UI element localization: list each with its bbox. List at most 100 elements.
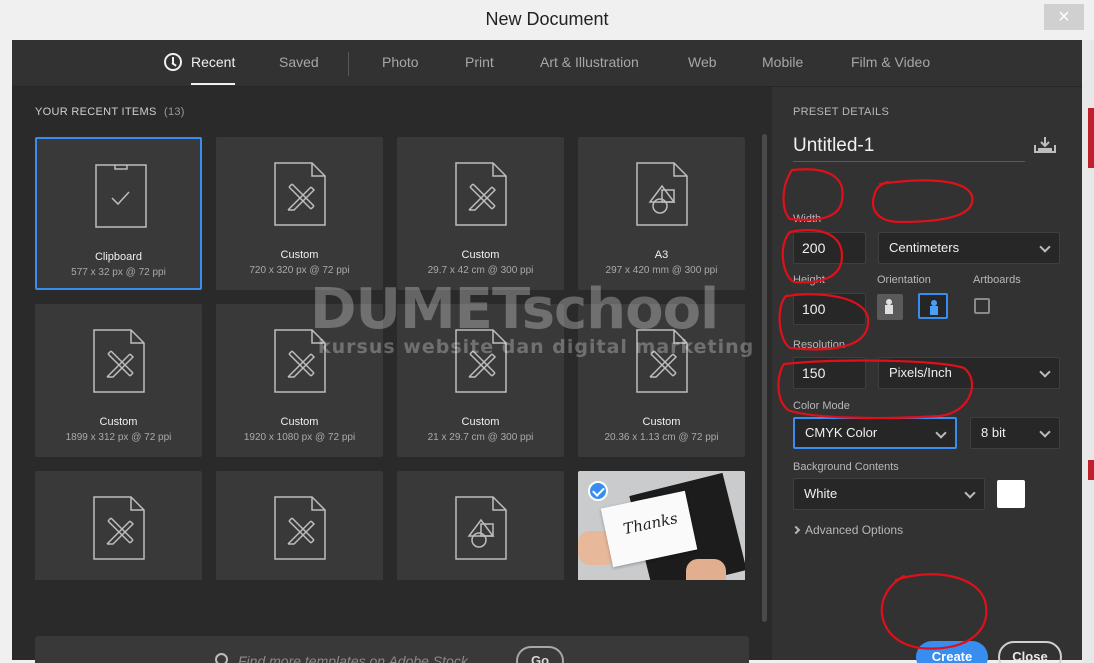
recent-item-size: 20.36 x 1.13 cm @ 72 ppi — [604, 432, 719, 443]
color-mode-value: CMYK Color — [805, 425, 878, 440]
tab-print[interactable]: Print — [465, 54, 494, 70]
recent-item-name: Custom — [642, 416, 681, 428]
go-button[interactable]: Go — [516, 646, 564, 663]
background-window-element — [1088, 460, 1094, 480]
custom-doc-icon — [636, 329, 688, 393]
window-close-button[interactable]: × — [1044, 4, 1084, 30]
color-mode-dropdown[interactable]: CMYK Color — [793, 417, 957, 449]
recent-items-heading: YOUR RECENT ITEMS (13) — [35, 106, 185, 118]
hand-image — [686, 559, 726, 580]
recent-item-card[interactable]: Custom 1920 x 1080 px @ 72 ppi — [216, 304, 383, 457]
chevron-down-icon — [1039, 366, 1051, 378]
clock-icon — [164, 53, 182, 71]
orientation-label: Orientation — [877, 274, 931, 286]
preset-details-panel: PRESET DETAILS Untitled-1 Width 200 Cent… — [774, 87, 1082, 663]
recent-item-size: 29.7 x 42 cm @ 300 ppi — [427, 265, 534, 276]
window-title: New Document — [485, 9, 609, 29]
chevron-down-icon — [1039, 426, 1051, 438]
new-document-dialog: Recent Saved Photo Print Art & Illustrat… — [12, 40, 1082, 663]
advanced-options-toggle[interactable]: Advanced Options — [791, 523, 903, 537]
background-contents-dropdown[interactable]: White — [793, 478, 985, 510]
tab-photo[interactable]: Photo — [382, 54, 419, 70]
shapes-doc-icon — [455, 496, 507, 560]
chevron-down-icon — [964, 487, 976, 499]
recent-item-card[interactable]: Custom 21 x 29.7 cm @ 300 ppi — [397, 304, 564, 457]
recent-item-size: 577 x 32 px @ 72 ppi — [71, 267, 166, 278]
resolution-units-dropdown[interactable]: Pixels/Inch — [878, 357, 1060, 389]
resolution-label: Resolution — [793, 339, 845, 351]
recent-item-card[interactable]: A3 297 x 420 mm @ 300 ppi — [578, 137, 745, 290]
custom-doc-icon — [274, 329, 326, 393]
title-bar: New Document × — [0, 0, 1094, 40]
landscape-icon — [930, 300, 938, 315]
landscape-orientation-button[interactable] — [918, 293, 948, 319]
recent-item-name: Clipboard — [94, 251, 143, 263]
height-label: Height — [793, 274, 825, 286]
tab-web[interactable]: Web — [688, 54, 717, 70]
recent-item-size: 1899 x 312 px @ 72 ppi — [65, 432, 172, 443]
recent-item-card[interactable]: Clipboard 577 x 32 px @ 72 ppi — [35, 137, 202, 290]
tab-art-illustration[interactable]: Art & Illustration — [540, 54, 639, 70]
recent-item-name: Custom — [461, 249, 500, 261]
create-button[interactable]: Create — [916, 641, 988, 663]
custom-doc-icon — [274, 162, 326, 226]
stock-search-bar: Find more templates on Adobe Stock Go — [35, 636, 749, 663]
custom-doc-icon — [274, 496, 326, 560]
close-button[interactable]: Close — [998, 641, 1062, 663]
artboards-label: Artboards — [973, 274, 1021, 286]
recent-item-card[interactable] — [397, 471, 564, 580]
tab-film-video[interactable]: Film & Video — [851, 54, 930, 70]
recent-item-card[interactable]: Custom 1899 x 312 px @ 72 ppi — [35, 304, 202, 457]
custom-doc-icon — [93, 496, 145, 560]
color-mode-label: Color Mode — [793, 400, 850, 412]
recent-item-card[interactable]: Custom 29.7 x 42 cm @ 300 ppi — [397, 137, 564, 290]
recent-item-card[interactable] — [216, 471, 383, 580]
portrait-orientation-button[interactable] — [877, 294, 903, 320]
template-thumbnail[interactable]: Thanks — [578, 471, 745, 580]
background-window-element — [1088, 108, 1094, 168]
chevron-down-icon — [1039, 241, 1051, 253]
preset-details-heading: PRESET DETAILS — [793, 106, 890, 118]
recent-item-size: 1920 x 1080 px @ 72 ppi — [243, 432, 356, 443]
recent-items-grid: Clipboard 577 x 32 px @ 72 ppi Custom 72… — [35, 137, 750, 580]
shapes-doc-icon — [636, 162, 688, 226]
background-contents-value: White — [804, 486, 838, 501]
artboards-checkbox[interactable] — [974, 298, 990, 314]
recent-item-card[interactable]: Custom 720 x 320 px @ 72 ppi — [216, 137, 383, 290]
units-dropdown[interactable]: Centimeters — [878, 232, 1060, 264]
tab-recent[interactable]: Recent — [191, 54, 236, 85]
recent-items-count: (13) — [164, 106, 185, 118]
stock-search-input[interactable]: Find more templates on Adobe Stock — [238, 653, 508, 663]
background-window-strip — [1082, 40, 1094, 663]
recent-items-title: YOUR RECENT ITEMS — [35, 106, 157, 118]
category-tabs: Recent Saved Photo Print Art & Illustrat… — [12, 40, 1082, 87]
bit-depth-value: 8 bit — [981, 425, 1006, 440]
custom-doc-icon — [455, 162, 507, 226]
scrollbar-thumb[interactable] — [762, 134, 767, 622]
recent-items-panel: YOUR RECENT ITEMS (13) Clipboard 577 x 3… — [12, 87, 772, 663]
width-label: Width — [793, 213, 822, 225]
recent-item-name: Custom — [280, 249, 319, 261]
clipboard-doc-icon — [95, 164, 147, 228]
height-input[interactable]: 100 — [793, 293, 866, 325]
units-value: Centimeters — [889, 240, 960, 255]
recent-item-name: Custom — [280, 416, 319, 428]
save-preset-icon[interactable] — [1034, 137, 1056, 153]
tab-mobile[interactable]: Mobile — [762, 54, 803, 70]
background-color-swatch[interactable] — [997, 480, 1025, 508]
custom-doc-icon — [93, 329, 145, 393]
document-name-input[interactable]: Untitled-1 — [793, 135, 1025, 162]
recent-item-card[interactable] — [35, 471, 202, 580]
width-input[interactable]: 200 — [793, 232, 866, 264]
portrait-icon — [885, 299, 893, 314]
resolution-input[interactable]: 150 — [793, 357, 866, 389]
tab-divider — [348, 52, 349, 76]
tab-saved[interactable]: Saved — [279, 54, 319, 70]
search-icon — [215, 653, 228, 663]
bit-depth-dropdown[interactable]: 8 bit — [970, 417, 1060, 449]
recent-item-card[interactable]: Custom 20.36 x 1.13 cm @ 72 ppi — [578, 304, 745, 457]
thanks-card-text: Thanks — [621, 509, 680, 539]
background-contents-label: Background Contents — [793, 461, 899, 473]
recent-items-scrollbar[interactable] — [762, 134, 768, 622]
chevron-down-icon — [935, 427, 947, 439]
